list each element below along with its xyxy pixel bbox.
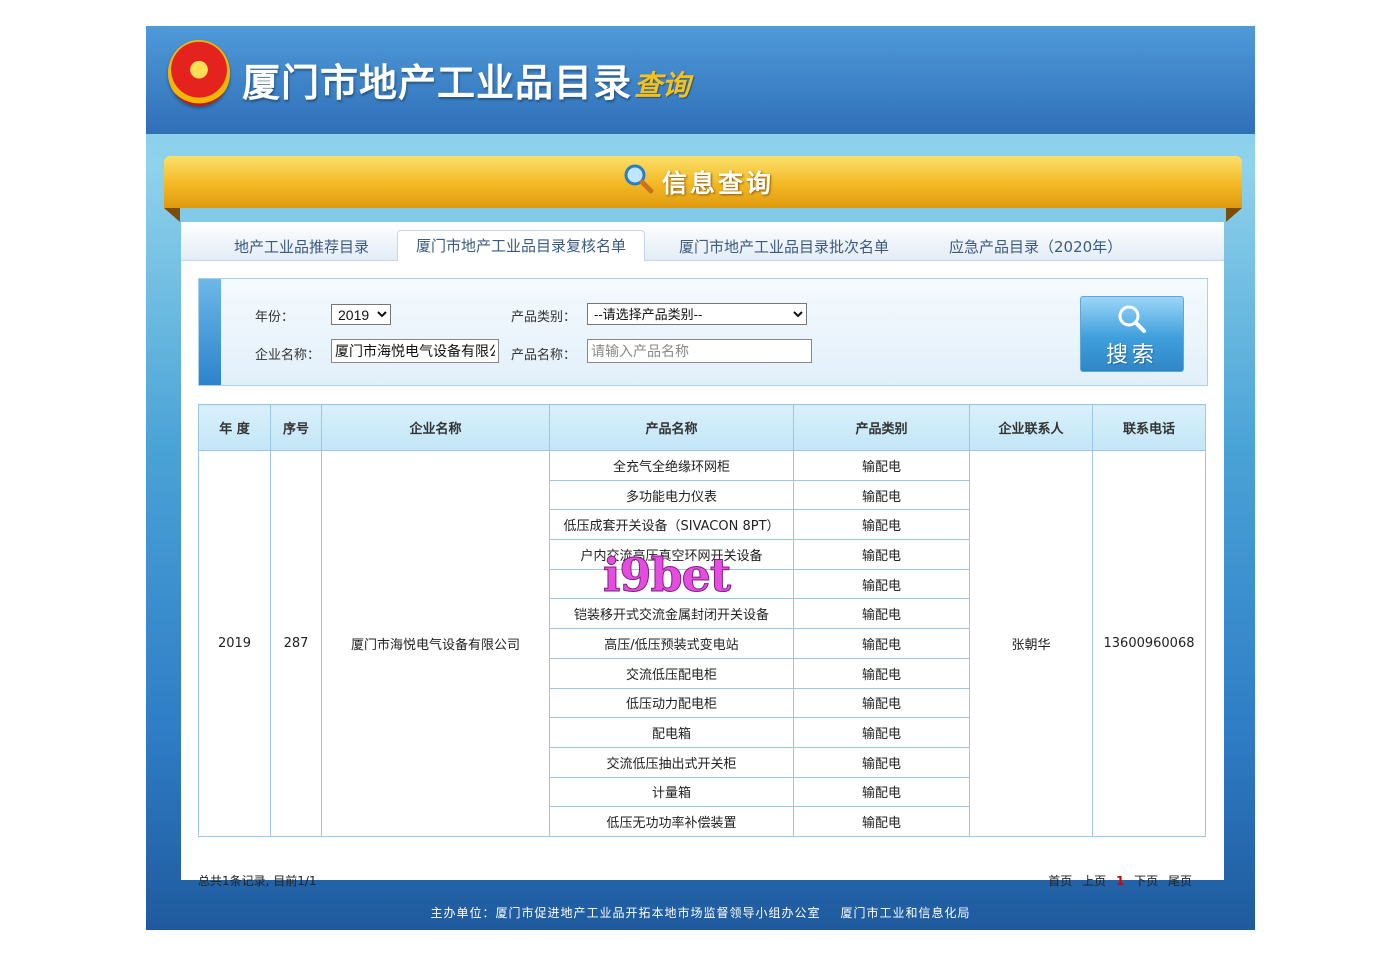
cell-product-name: 全充气全绝缘环网柜 [549, 450, 794, 481]
header-contact: 企业联系人 [969, 404, 1093, 451]
record-summary: 总共1条记录, 目前1/1 [198, 874, 317, 888]
cell-product-category: 输配电 [793, 598, 970, 630]
banner-fold-left [164, 208, 180, 222]
site-footer: 主办单位：厦门市促进地产工业品开拓本地市场监督领导小组办公室 厦门市工业和信息化局 [146, 904, 1255, 921]
cell-product-category: 输配电 [793, 568, 970, 600]
cell-phone: 13600960068 [1092, 450, 1206, 837]
tab-recommended-catalog[interactable]: 地产工业品推荐目录 [234, 236, 369, 260]
cell-product-category: 输配电 [793, 746, 970, 778]
category-label: 产品类别： [511, 310, 577, 325]
tab-batch-list[interactable]: 厦门市地产工业品目录批次名单 [679, 236, 889, 260]
cell-product-name: 低压动力配电柜 [549, 687, 794, 719]
watermark-overlay: i9bet [602, 548, 731, 603]
table-header-row: 年 度 序号 企业名称 产品名称 产品类别 企业联系人 联系电话 [198, 404, 1206, 451]
results-table: 年 度 序号 企业名称 产品名称 产品类别 企业联系人 联系电话 2019 287… [198, 404, 1206, 837]
year-select[interactable]: 2019 [331, 304, 391, 325]
site-header: 厦门市地产工业品目录 查询 [146, 26, 1255, 134]
tab-review-list[interactable]: 厦门市地产工业品目录复核名单 [397, 230, 646, 262]
magnifier-icon [624, 164, 654, 194]
footer-host-label: 主办单位： [430, 906, 496, 920]
header-company: 企业名称 [321, 404, 550, 451]
category-select[interactable]: --请选择产品类别-- [587, 303, 807, 325]
search-button-label: 搜索 [1105, 343, 1158, 368]
footer-org-1: 厦门市促进地产工业品开拓本地市场监督领导小组办公室 [495, 906, 821, 920]
search-form-stripe [199, 279, 221, 385]
banner-fold-right [1226, 208, 1242, 222]
cell-product-category: 输配电 [793, 539, 970, 570]
product-label: 产品名称： [511, 348, 577, 363]
search-button[interactable]: 搜索 [1080, 296, 1184, 372]
pager-prev[interactable]: 上页 [1082, 874, 1106, 888]
cell-product-name: 计量箱 [549, 776, 794, 808]
pager-current[interactable]: 1 [1116, 874, 1124, 888]
pager-last[interactable]: 尾页 [1168, 874, 1192, 888]
cell-product-name: 交流低压抽出式开关柜 [549, 746, 794, 778]
cell-company: 厦门市海悦电气设备有限公司 [321, 450, 550, 837]
product-input[interactable] [587, 339, 812, 363]
search-icon [1118, 305, 1146, 333]
cell-product-category: 输配电 [793, 717, 970, 748]
header-product-category: 产品类别 [793, 404, 970, 451]
tab-bar: 地产工业品推荐目录 厦门市地产工业品目录复核名单 厦门市地产工业品目录批次名单 … [181, 222, 1224, 262]
company-input[interactable] [331, 339, 499, 363]
cell-product-category: 输配电 [793, 806, 970, 837]
site-subtitle: 查询 [634, 69, 691, 102]
header-year: 年 度 [198, 404, 271, 451]
cell-product-category: 输配电 [793, 509, 970, 541]
pager: 首页 上页 1 下页 尾页 [1042, 872, 1192, 889]
pager-next[interactable]: 下页 [1134, 874, 1158, 888]
national-emblem-icon [168, 40, 230, 106]
cell-product-name: 低压无功功率补偿装置 [549, 806, 794, 837]
cell-product-name: 多功能电力仪表 [549, 479, 794, 511]
cell-product-name: 低压成套开关设备（SIVACON 8PT） [549, 509, 794, 541]
cell-product-name: 高压/低压预装式变电站 [549, 628, 794, 659]
table-row: 2019 287 厦门市海悦电气设备有限公司 全充气全绝缘环网柜 输配电 张朝华 13600… [198, 450, 1206, 837]
tab-emergency-catalog[interactable]: 应急产品目录（2020年） [949, 236, 1122, 260]
site-title: 厦门市地产工业品目录 [242, 61, 633, 105]
header-phone: 联系电话 [1092, 404, 1206, 451]
cell-product-name: 铠装移开式交流金属封闭开关设备 [549, 598, 794, 630]
cell-product-name: 配电箱 [549, 717, 794, 748]
search-form: 年份： 2019 产品类别： --请选择产品类别-- 企业名称： 产品名称： 搜… [198, 278, 1208, 386]
company-label: 企业名称： [255, 348, 321, 363]
banner-title: 信息查询 [662, 169, 775, 198]
cell-contact: 张朝华 [969, 450, 1093, 837]
year-label: 年份： [255, 310, 295, 325]
cell-product-category: 输配电 [793, 657, 970, 689]
header-product-name: 产品名称 [549, 404, 794, 451]
cell-year: 2019 [198, 450, 271, 837]
cell-product-name: 交流低压配电柜 [549, 657, 794, 689]
cell-product-category: 输配电 [793, 450, 970, 481]
pager-first[interactable]: 首页 [1048, 874, 1072, 888]
page-frame: 厦门市地产工业品目录 查询 信息查询 地产工业品推荐目录 厦门市地产工业品目录复… [146, 26, 1255, 930]
cell-product-category: 输配电 [793, 687, 970, 719]
header-seq: 序号 [270, 404, 322, 451]
cell-seq: 287 [270, 450, 322, 837]
cell-product-category: 输配电 [793, 479, 970, 511]
cell-product-category: 输配电 [793, 628, 970, 659]
cell-product-category: 输配电 [793, 776, 970, 808]
footer-org-2: 厦门市工业和信息化局 [840, 906, 971, 920]
